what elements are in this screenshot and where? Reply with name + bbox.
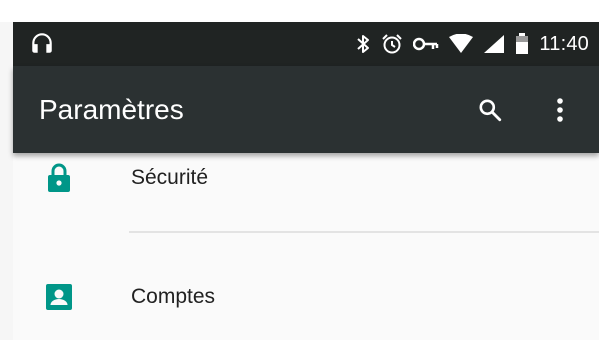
status-time: 11:40 <box>539 32 589 55</box>
screenshot-frame: 11:40 Paramètres Sécurité Comptes <box>0 0 599 340</box>
lock-icon <box>44 163 74 193</box>
overflow-menu-button[interactable] <box>545 90 575 130</box>
vpn-key-icon <box>413 32 439 56</box>
page-title: Paramètres <box>39 94 184 125</box>
list-divider <box>129 231 599 233</box>
cell-signal-icon <box>483 32 505 56</box>
app-bar: Paramètres <box>13 66 599 153</box>
headphones-icon <box>29 30 57 58</box>
battery-icon <box>515 32 529 56</box>
bluetooth-icon <box>355 32 371 56</box>
account-box-icon <box>44 282 74 312</box>
settings-item-comptes[interactable]: Comptes <box>13 270 599 330</box>
search-icon <box>479 99 502 122</box>
search-button[interactable] <box>470 90 510 130</box>
settings-list: Sécurité Comptes <box>13 153 599 340</box>
status-bar: 11:40 <box>13 22 599 66</box>
settings-item-securite[interactable]: Sécurité <box>13 153 599 213</box>
more-vert-icon <box>557 98 563 122</box>
alarm-icon <box>381 32 403 56</box>
wifi-icon <box>449 32 474 56</box>
settings-item-label: Sécurité <box>131 166 209 189</box>
status-icons: 11:40 <box>355 31 589 57</box>
settings-item-label: Comptes <box>131 285 216 308</box>
android-screen: 11:40 Paramètres Sécurité Comptes <box>13 22 599 340</box>
top-margin <box>0 0 599 22</box>
